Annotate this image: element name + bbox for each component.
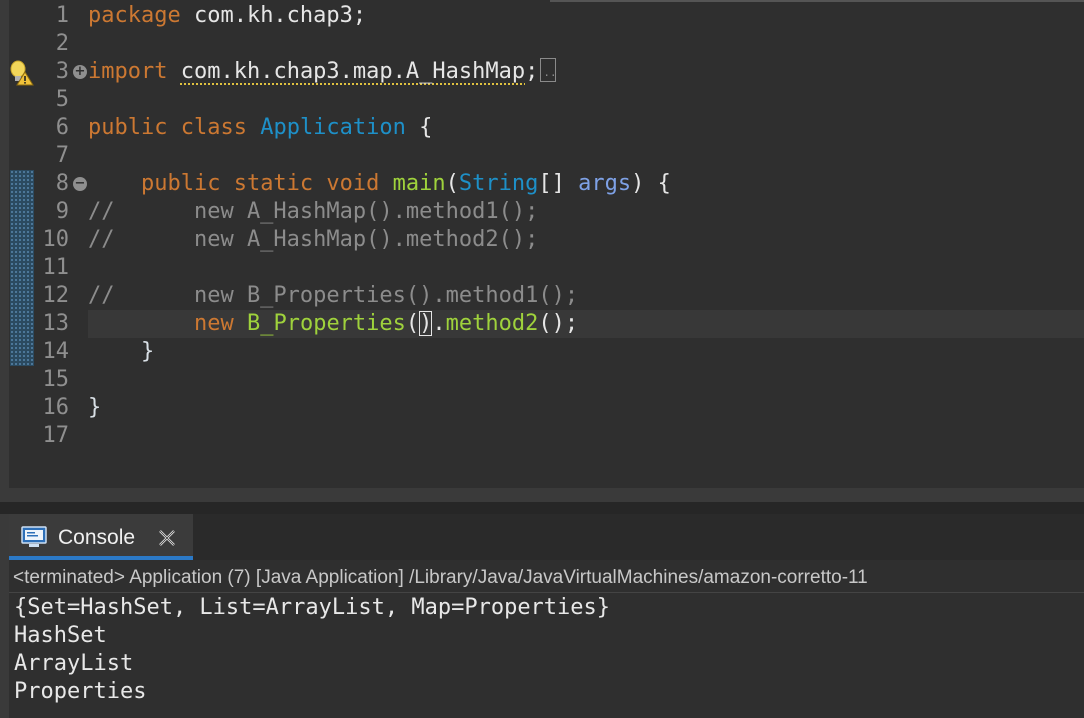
line-number: 11 bbox=[42, 255, 70, 280]
tab-console-label: Console bbox=[58, 526, 136, 549]
console-panel: Console <terminated> Application (7) [Ja… bbox=[0, 514, 1084, 718]
code-line-9: // new A_HashMap().method1(); bbox=[88, 199, 539, 224]
method-name: method2 bbox=[445, 311, 539, 336]
minus-fold-icon[interactable]: − bbox=[73, 177, 87, 191]
brace: { bbox=[405, 115, 433, 140]
keyword: package bbox=[88, 3, 181, 28]
line-number: 17 bbox=[42, 423, 70, 448]
keyword: import bbox=[88, 59, 168, 84]
console-status-line: <terminated> Application (7) [Java Appli… bbox=[13, 567, 868, 588]
method-call: .method2(); bbox=[432, 311, 579, 336]
tab-console[interactable]: Console bbox=[9, 514, 193, 560]
code-line-10: // new A_HashMap().method2(); bbox=[88, 227, 539, 252]
line-number: 3 bbox=[55, 59, 69, 84]
keyword: public class bbox=[88, 115, 247, 140]
paren: ( bbox=[445, 171, 459, 196]
line-number: 7 bbox=[55, 143, 69, 168]
class-name: Application bbox=[260, 115, 406, 140]
line-number: 5 bbox=[55, 87, 69, 112]
parameter-name: args bbox=[578, 171, 632, 196]
line-number: 16 bbox=[42, 395, 70, 420]
console-monitor-icon bbox=[21, 526, 47, 547]
type-name: String bbox=[458, 171, 539, 196]
package-name: com.kh.chap3; bbox=[180, 3, 367, 28]
semicolon: ; bbox=[525, 59, 539, 84]
line-number: 13 bbox=[42, 311, 70, 336]
console-output[interactable]: {Set=HashSet, List=ArrayList, Map=Proper… bbox=[14, 594, 610, 706]
array-brackets: [] bbox=[538, 171, 579, 196]
code-line-12: // new B_Properties().method1(); bbox=[88, 283, 579, 308]
console-tab-bar: Console bbox=[9, 514, 1084, 560]
lightbulb-warning-icon[interactable] bbox=[8, 60, 34, 86]
code-line-3: import com.kh.chap3.map.A_HashMap; bbox=[88, 58, 557, 87]
code-line-14: } bbox=[88, 339, 155, 364]
code-line-13: new B_Properties().method2(); bbox=[88, 310, 578, 338]
code-line-1: package com.kh.chap3; bbox=[88, 2, 366, 30]
paren: ( bbox=[405, 311, 420, 336]
line-number: 12 bbox=[42, 283, 70, 308]
editor-horizontal-scrollbar[interactable] bbox=[9, 488, 1084, 502]
line-number: 6 bbox=[55, 115, 69, 140]
code-line-16: } bbox=[88, 395, 102, 420]
keyword: new bbox=[193, 311, 234, 336]
line-number: 14 bbox=[42, 339, 70, 364]
collapsed-imports-indicator[interactable] bbox=[540, 58, 557, 87]
code-editor[interactable]: 1 2 3 5 6 7 8 9 10 11 12 13 14 15 16 17 … bbox=[0, 0, 1084, 502]
editor-top-edge bbox=[550, 0, 1084, 2]
panel-splitter[interactable] bbox=[0, 502, 1084, 514]
line-number: 15 bbox=[42, 367, 70, 392]
close-icon[interactable] bbox=[157, 528, 177, 548]
paren-brace: ) { bbox=[631, 171, 671, 196]
output-line: ArrayList bbox=[14, 651, 134, 676]
output-line: {Set=HashSet, List=ArrayList, Map=Proper… bbox=[14, 595, 611, 620]
class-name: B_Properties bbox=[246, 311, 406, 336]
keyword: public static void bbox=[140, 171, 380, 196]
console-left-strip bbox=[0, 514, 9, 718]
line-number: 10 bbox=[42, 227, 70, 252]
divider bbox=[9, 592, 1084, 593]
line-number: 9 bbox=[55, 199, 69, 224]
method-name: main bbox=[392, 171, 446, 196]
matched-bracket-cursor[interactable]: ) bbox=[419, 311, 433, 336]
code-line-8: public static void main(String[] args) { bbox=[88, 170, 671, 198]
line-number: 8 bbox=[55, 171, 69, 196]
output-line: HashSet bbox=[14, 623, 107, 648]
code-line-6: public class Application { bbox=[88, 114, 432, 142]
plus-fold-icon[interactable]: + bbox=[73, 65, 87, 79]
output-line: Properties bbox=[14, 679, 147, 704]
line-number: 2 bbox=[55, 31, 69, 56]
import-path[interactable]: com.kh.chap3.map.A_HashMap bbox=[181, 59, 525, 84]
line-number: 1 bbox=[55, 3, 69, 28]
